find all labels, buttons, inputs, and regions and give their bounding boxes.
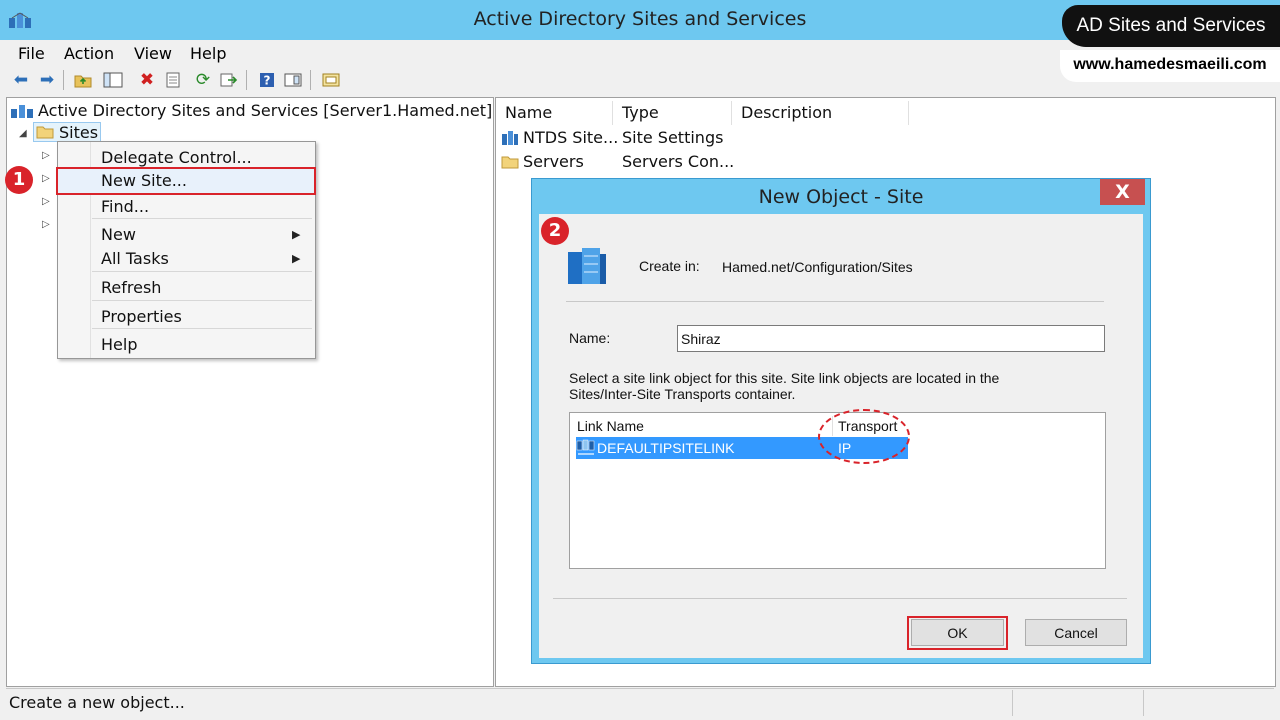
tree-root-label[interactable]: Active Directory Sites and Services [Ser… <box>38 101 492 120</box>
folder-icon <box>36 124 54 143</box>
status-text: Create a new object... <box>9 693 185 712</box>
ok-button[interactable]: OK <box>911 619 1004 646</box>
brand-badge-text: AD Sites and Services <box>1076 15 1266 36</box>
dialog-title: New Object - Site <box>758 186 924 208</box>
column-header-type[interactable]: Type <box>614 101 732 125</box>
menu-properties[interactable]: Properties <box>101 307 182 326</box>
forward-icon[interactable]: ➡ <box>36 69 58 91</box>
tree-expander[interactable]: ▷ <box>42 173 50 184</box>
menu-view[interactable]: View <box>134 44 172 63</box>
menu-find[interactable]: Find... <box>101 197 149 216</box>
step-badge-1: 1 <box>5 166 33 194</box>
tree-expander-sites[interactable]: ◢ <box>19 128 27 139</box>
menu-refresh[interactable]: Refresh <box>101 278 161 297</box>
ad-sites-icon <box>11 103 33 123</box>
submenu-arrow-icon: ▶ <box>292 228 301 241</box>
show-tree-icon[interactable] <box>102 69 124 91</box>
list-item-name[interactable]: NTDS Site... <box>523 128 618 147</box>
site-link-name: DEFAULTIPSITELINK <box>597 440 735 456</box>
menu-bar: File Action View Help <box>8 41 1048 65</box>
list-item-name[interactable]: Servers <box>523 152 584 171</box>
properties-icon[interactable] <box>162 69 184 91</box>
tree-expander[interactable]: ▷ <box>42 150 50 161</box>
site-settings-icon <box>501 130 519 150</box>
name-label: Name: <box>569 330 611 346</box>
site-object-icon <box>566 244 610 294</box>
export-icon[interactable] <box>218 69 240 91</box>
menu-help[interactable]: Help <box>101 335 137 354</box>
tree-expander[interactable]: ▷ <box>42 196 50 207</box>
delete-icon[interactable]: ✖ <box>136 69 158 91</box>
create-in-value: Hamed.net/Configuration/Sites <box>722 259 913 275</box>
menu-new-site-label: New Site... <box>101 171 187 190</box>
menu-file[interactable]: File <box>18 44 45 63</box>
tree-expander[interactable]: ▷ <box>42 219 50 230</box>
status-bar <box>6 688 1274 717</box>
folder-icon <box>501 154 519 173</box>
refresh-icon[interactable]: ⟳ <box>192 69 214 91</box>
column-header-name[interactable]: Name <box>497 101 613 125</box>
dialog-close-button[interactable]: X <box>1100 179 1145 205</box>
tree-item-sites-label: Sites <box>59 123 99 142</box>
menu-new[interactable]: New <box>101 225 136 244</box>
menu-help[interactable]: Help <box>190 44 226 63</box>
list-item-type: Site Settings <box>622 128 724 147</box>
create-in-label: Create in: <box>639 258 700 274</box>
menu-delegate-control[interactable]: Delegate Control... <box>101 148 252 167</box>
column-header-description[interactable]: Description <box>733 101 909 125</box>
transport-highlight-ellipse <box>818 409 910 464</box>
instructions-line2: Sites/Inter-Site Transports container. <box>569 386 796 402</box>
help-icon[interactable]: ? <box>256 69 278 91</box>
cancel-button[interactable]: Cancel <box>1025 619 1127 646</box>
dialog-divider <box>566 301 1104 302</box>
site-name-input[interactable] <box>677 325 1105 352</box>
svg-text:?: ? <box>264 74 271 88</box>
up-folder-icon[interactable] <box>72 69 94 91</box>
menu-action[interactable]: Action <box>64 44 114 63</box>
dialog-divider <box>553 598 1127 599</box>
menu-all-tasks[interactable]: All Tasks <box>101 249 169 268</box>
column-header-link-name[interactable]: Link Name <box>577 418 644 434</box>
step-badge-2: 2 <box>541 217 569 245</box>
back-icon[interactable]: ⬅ <box>10 69 32 91</box>
console-icon[interactable] <box>282 69 304 91</box>
brand-url: www.hamedesmaeili.com <box>1073 56 1267 73</box>
site-link-icon <box>576 439 596 461</box>
toolbar: ⬅ ➡ ✖ ⟳ ? <box>8 67 348 93</box>
list-item-type: Servers Con... <box>622 152 735 171</box>
submenu-arrow-icon: ▶ <box>292 252 301 265</box>
instructions-line1: Select a site link object for this site.… <box>569 370 1000 386</box>
new-window-icon[interactable] <box>320 69 342 91</box>
